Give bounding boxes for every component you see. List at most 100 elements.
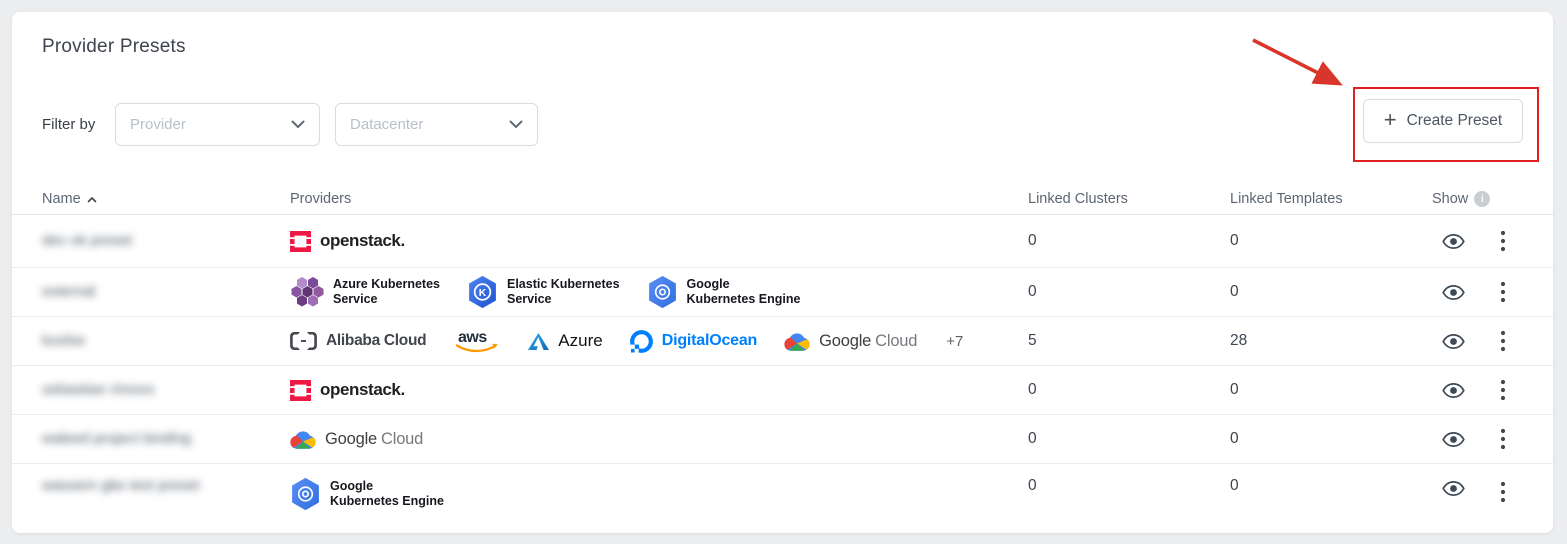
table-row: sebastian rimovs openstack. 0 0 [12, 366, 1553, 415]
linked-templates-value: 28 [1230, 332, 1432, 350]
column-header-show: Show i [1432, 191, 1494, 207]
show-credentials-button[interactable] [1438, 230, 1469, 253]
provider-filter-select[interactable]: Provider [115, 103, 320, 146]
aks-icon [290, 277, 324, 307]
eks-icon: K [467, 275, 498, 309]
digitalocean-icon [630, 330, 653, 353]
column-header-linked-clusters[interactable]: Linked Clusters [1028, 191, 1230, 207]
table-header-row: Name Providers Linked Clusters Linked Te… [12, 183, 1553, 215]
table-row: waleed project binding GoogleCloud 0 0 [12, 415, 1553, 464]
provider-openstack: openstack. [290, 380, 405, 401]
openstack-logotype: openstack. [320, 380, 405, 400]
alibaba-cloud-logotype: AlibabaCloud [326, 332, 426, 350]
google-cloud-icon [784, 331, 810, 352]
svg-text:aws: aws [458, 329, 487, 346]
gke-icon [290, 477, 321, 511]
table-row: wassem gke test preset GoogleKubernetes … [12, 464, 1553, 544]
azure-logotype: Azure [558, 331, 602, 351]
linked-clusters-value: 5 [1028, 332, 1230, 350]
provider-alibaba-cloud: AlibabaCloud [290, 332, 426, 350]
kebab-menu-icon [1500, 281, 1506, 303]
google-cloud-icon [290, 429, 316, 450]
create-preset-label: Create Preset [1407, 112, 1503, 130]
column-header-name[interactable]: Name [42, 191, 290, 207]
providers-cell: AlibabaCloud aws Azure DigitalOcean [290, 327, 1028, 355]
aws-icon: aws [453, 327, 501, 355]
plus-icon: + [1384, 109, 1397, 131]
eye-icon [1442, 334, 1465, 349]
provider-presets-page: Provider Presets Filter by Provider Data… [0, 0, 1567, 542]
show-credentials-button[interactable] [1438, 379, 1469, 402]
show-credentials-button[interactable] [1438, 428, 1469, 451]
eye-icon [1442, 481, 1465, 496]
providers-cell: openstack. [290, 380, 1028, 401]
alibaba-cloud-icon [290, 332, 317, 350]
annotation-arrow [1241, 28, 1361, 98]
kebab-menu-icon [1500, 428, 1506, 450]
openstack-icon [290, 380, 311, 401]
provider-google-cloud: GoogleCloud [290, 429, 423, 450]
preset-name: dev ok preset [42, 232, 132, 249]
openstack-icon [290, 231, 311, 252]
show-credentials-button[interactable] [1438, 281, 1469, 304]
gke-label: GoogleKubernetes Engine [330, 479, 444, 509]
more-providers-count: +7 [946, 333, 963, 350]
linked-clusters-value: 0 [1028, 232, 1230, 250]
show-credentials-button[interactable] [1438, 477, 1469, 500]
datacenter-filter-placeholder: Datacenter [350, 116, 423, 133]
provider-google-cloud: GoogleCloud [784, 331, 917, 352]
linked-clusters-value: 0 [1028, 477, 1230, 495]
eks-label: Elastic KubernetesService [507, 277, 620, 307]
column-header-linked-templates[interactable]: Linked Templates [1230, 191, 1432, 207]
row-actions-menu-button[interactable] [1496, 277, 1510, 307]
table-row: external Azure KubernetesService K Elast… [12, 268, 1553, 317]
table-body: dev ok preset openstack. 0 0 ex [12, 215, 1553, 544]
datacenter-filter-select[interactable]: Datacenter [335, 103, 538, 146]
preset-name: wassem gke test preset [42, 477, 200, 494]
providers-cell: openstack. [290, 231, 1028, 252]
provider-google-kubernetes-engine: GoogleKubernetes Engine [290, 477, 444, 511]
eye-icon [1442, 383, 1465, 398]
openstack-logotype: openstack. [320, 231, 405, 251]
provider-digitalocean: DigitalOcean [630, 330, 757, 353]
preset-name: external [42, 283, 95, 300]
linked-templates-value: 0 [1230, 232, 1432, 250]
linked-clusters-value: 0 [1028, 283, 1230, 301]
gke-label: GoogleKubernetes Engine [687, 277, 801, 307]
presets-table: Name Providers Linked Clusters Linked Te… [12, 183, 1553, 544]
google-cloud-logotype: GoogleCloud [819, 332, 917, 351]
row-actions-menu-button[interactable] [1496, 477, 1510, 507]
gke-icon [647, 275, 678, 309]
aks-label: Azure KubernetesService [333, 277, 440, 307]
row-actions-menu-button[interactable] [1496, 375, 1510, 405]
linked-templates-value: 0 [1230, 430, 1432, 448]
provider-azure-kubernetes-service: Azure KubernetesService [290, 277, 440, 307]
eye-icon [1442, 432, 1465, 447]
filter-by-label: Filter by [42, 103, 95, 146]
row-actions-menu-button[interactable] [1496, 226, 1510, 256]
linked-clusters-value: 0 [1028, 430, 1230, 448]
table-row: koolse AlibabaCloud aws Azure Digita [12, 317, 1553, 366]
providers-cell: GoogleCloud [290, 429, 1028, 450]
linked-clusters-value: 0 [1028, 381, 1230, 399]
eye-icon [1442, 234, 1465, 249]
show-credentials-button[interactable] [1438, 330, 1469, 353]
preset-name: sebastian rimovs [42, 381, 155, 398]
chevron-down-icon [291, 116, 305, 134]
providers-cell: GoogleKubernetes Engine [290, 477, 1028, 511]
column-header-providers[interactable]: Providers [290, 191, 1028, 207]
row-actions-menu-button[interactable] [1496, 424, 1510, 454]
info-icon[interactable]: i [1474, 191, 1490, 207]
sort-ascending-icon [87, 191, 97, 207]
provider-azure: Azure [528, 331, 602, 351]
svg-text:K: K [479, 288, 487, 299]
kebab-menu-icon [1500, 379, 1506, 401]
row-actions-menu-button[interactable] [1496, 326, 1510, 356]
preset-name: koolse [42, 332, 85, 349]
create-preset-button[interactable]: + Create Preset [1363, 99, 1523, 143]
provider-presets-card: Provider Presets Filter by Provider Data… [12, 12, 1553, 533]
linked-templates-value: 0 [1230, 477, 1432, 495]
preset-name: waleed project binding [42, 430, 191, 447]
kebab-menu-icon [1500, 330, 1506, 352]
providers-cell: Azure KubernetesService K Elastic Kubern… [290, 275, 1028, 309]
